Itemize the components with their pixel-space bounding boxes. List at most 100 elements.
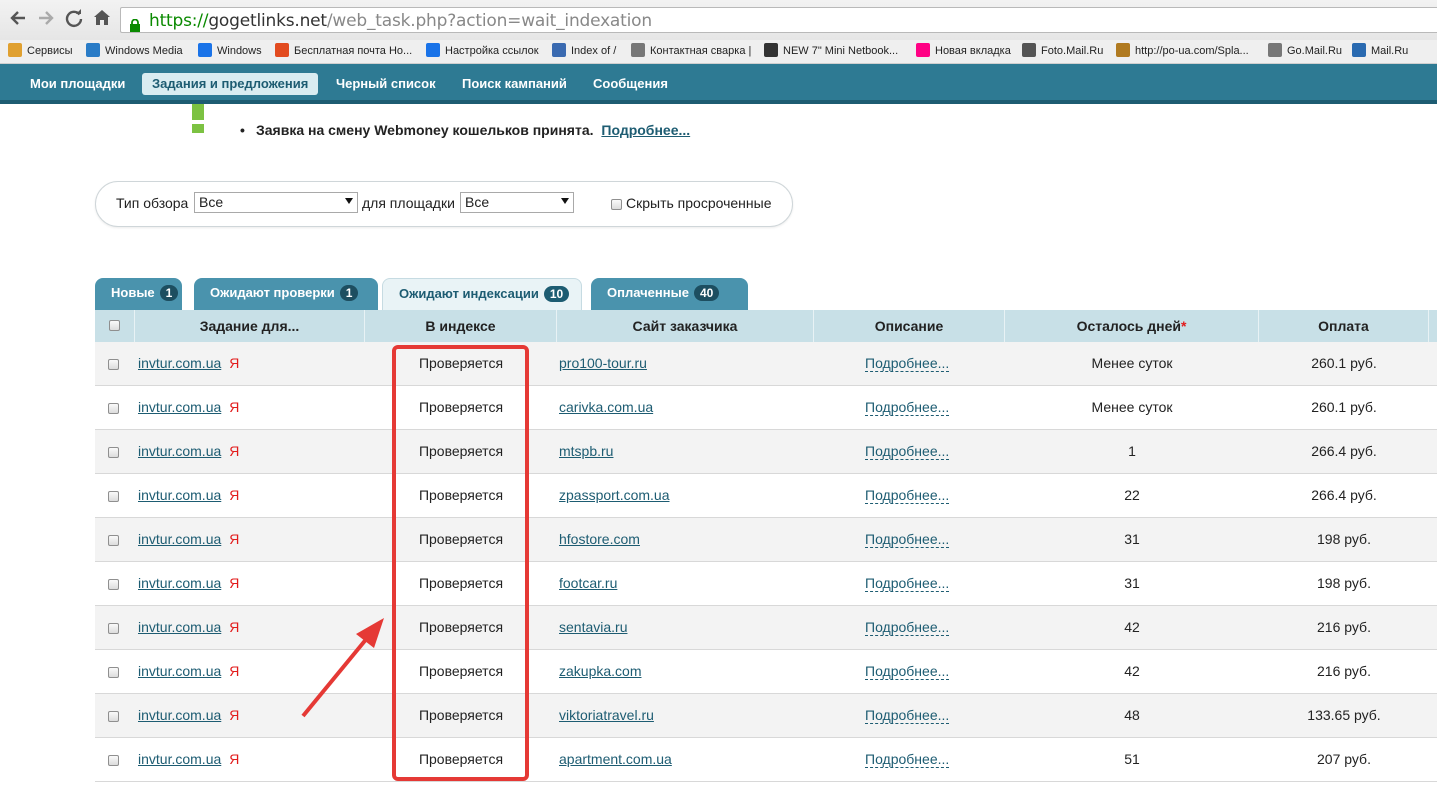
bookmark-item[interactable]: Контактная сварка |	[631, 40, 751, 62]
task-site-link[interactable]: invtur.com.ua	[138, 751, 221, 767]
details-link[interactable]: Подробнее...	[865, 619, 950, 636]
customer-site-link[interactable]: carivka.com.ua	[559, 399, 653, 415]
task-site-link[interactable]: invtur.com.ua	[138, 575, 221, 591]
bookmark-label: http://po-ua.com/Spla...	[1135, 45, 1249, 57]
row-checkbox[interactable]	[108, 534, 119, 546]
details-link[interactable]: Подробнее...	[865, 575, 950, 592]
task-site-link[interactable]: invtur.com.ua	[138, 619, 221, 635]
row-checkbox[interactable]	[108, 754, 119, 766]
view-type-select[interactable]: Все	[194, 192, 358, 213]
col-in-index[interactable]: В индексе	[365, 310, 557, 342]
row-checkbox[interactable]	[108, 666, 119, 678]
task-site-link[interactable]: invtur.com.ua	[138, 487, 221, 503]
arrow-right-icon[interactable]	[34, 8, 58, 32]
customer-site-cell: carivka.com.ua	[559, 386, 653, 429]
details-link[interactable]: Подробнее...	[865, 443, 950, 460]
row-checkbox[interactable]	[108, 622, 119, 634]
customer-site-link[interactable]: footcar.ru	[559, 575, 617, 591]
windows-logo-icon	[198, 43, 212, 58]
task-site-link[interactable]: invtur.com.ua	[138, 399, 221, 415]
customer-site-link[interactable]: hfostore.com	[559, 531, 640, 547]
notice-text: Заявка на смену Webmoney кошельков приня…	[256, 122, 594, 138]
page-icon	[1268, 43, 1282, 58]
bookmark-item[interactable]: http://po-ua.com/Spla...	[1116, 40, 1249, 62]
row-select-cell	[108, 694, 119, 737]
url-host: gogetlinks.net	[208, 11, 327, 31]
bookmark-item[interactable]: NEW 7" Mini Netbook...	[764, 40, 898, 62]
details-link[interactable]: Подробнее...	[865, 663, 950, 680]
col-task[interactable]: Задание для...	[135, 310, 365, 342]
index-status: Проверяется	[418, 399, 504, 415]
mailru-icon	[1352, 43, 1366, 58]
site-nav-item[interactable]: Поиск кампаний	[452, 73, 577, 95]
customer-site-link[interactable]: zakupka.com	[559, 663, 641, 679]
reload-icon[interactable]	[62, 8, 86, 32]
arrow-left-icon[interactable]	[6, 8, 30, 32]
tab-3[interactable]: Оплаченные 40	[591, 278, 748, 310]
platform-select[interactable]: Все	[460, 192, 574, 213]
row-checkbox[interactable]	[108, 490, 119, 502]
row-checkbox[interactable]	[108, 578, 119, 590]
notice-details-link[interactable]: Подробнее...	[601, 122, 690, 138]
col-customer-site[interactable]: Сайт заказчика	[557, 310, 814, 342]
yandex-icon: Я	[229, 663, 240, 679]
task-site-link[interactable]: invtur.com.ua	[138, 707, 221, 723]
page-icon	[552, 43, 566, 58]
bookmark-item[interactable]: Mail.Ru	[1352, 40, 1408, 62]
customer-site-link[interactable]: viktoriatravel.ru	[559, 707, 654, 723]
task-site-link[interactable]: invtur.com.ua	[138, 531, 221, 547]
customer-site-link[interactable]: mtspb.ru	[559, 443, 613, 459]
details-link[interactable]: Подробнее...	[865, 355, 950, 372]
site-nav-item[interactable]: Черный список	[326, 73, 446, 95]
row-checkbox[interactable]	[108, 446, 119, 458]
bookmark-item[interactable]: Go.Mail.Ru	[1268, 40, 1342, 62]
address-bar[interactable]: https://gogetlinks.net/web_task.php?acti…	[120, 7, 1437, 33]
bookmark-item[interactable]: Windows Media	[86, 40, 183, 62]
customer-site-link[interactable]: zpassport.com.ua	[559, 487, 670, 503]
task-site-link[interactable]: invtur.com.ua	[138, 663, 221, 679]
bookmark-item[interactable]: Новая вкладка	[916, 40, 1011, 62]
bookmark-item[interactable]: Index of /	[552, 40, 616, 62]
details-link[interactable]: Подробнее...	[865, 399, 950, 416]
platform-value: Все	[465, 194, 490, 210]
task-site-link[interactable]: invtur.com.ua	[138, 355, 221, 371]
details-link[interactable]: Подробнее...	[865, 707, 950, 724]
row-select-cell	[108, 386, 119, 429]
bookmark-item[interactable]: Сервисы	[8, 40, 73, 62]
yandex-icon: Я	[229, 619, 240, 635]
details-link[interactable]: Подробнее...	[865, 531, 950, 548]
payment-amount: 207 руб.	[1317, 751, 1371, 767]
apps-grid-icon	[8, 43, 22, 58]
tab-1[interactable]: Ожидают проверки 1	[194, 278, 378, 310]
row-checkbox[interactable]	[108, 358, 119, 370]
task-cell: invtur.com.ua Я	[138, 342, 239, 385]
bookmark-item[interactable]: Бесплатная почта Но...	[275, 40, 412, 62]
bookmark-label: Контактная сварка |	[650, 45, 752, 57]
customer-site-link[interactable]: apartment.com.ua	[559, 751, 672, 767]
home-icon[interactable]	[90, 8, 114, 32]
bookmark-item[interactable]: Foto.Mail.Ru	[1022, 40, 1103, 62]
bookmark-item[interactable]: Настройка ссылок	[426, 40, 539, 62]
index-status: Проверяется	[418, 355, 504, 371]
site-nav-item[interactable]: Задания и предложения	[142, 73, 319, 95]
payment-amount: 266.4 руб.	[1311, 487, 1377, 503]
hide-expired-checkbox[interactable]	[611, 199, 622, 210]
yandex-icon: Я	[229, 707, 240, 723]
bookmark-item[interactable]: Windows	[198, 40, 262, 62]
details-link[interactable]: Подробнее...	[865, 487, 950, 504]
select-all-checkbox[interactable]	[109, 320, 120, 331]
tab-2[interactable]: Ожидают индексации 10	[382, 278, 582, 310]
site-nav-item[interactable]: Сообщения	[583, 73, 678, 95]
row-checkbox[interactable]	[108, 710, 119, 722]
details-link[interactable]: Подробнее...	[865, 751, 950, 768]
customer-site-link[interactable]: pro100-tour.ru	[559, 355, 647, 371]
site-nav-item[interactable]: Мои площадки	[20, 73, 135, 95]
col-days-left[interactable]: Осталось дней*	[1005, 310, 1259, 342]
customer-site-link[interactable]: sentavia.ru	[559, 619, 627, 635]
select-all-cell	[95, 310, 135, 342]
col-payment[interactable]: Оплата	[1259, 310, 1429, 342]
task-site-link[interactable]: invtur.com.ua	[138, 443, 221, 459]
payment-amount: 198 руб.	[1317, 531, 1371, 547]
tab-0[interactable]: Новые 1	[95, 278, 182, 310]
row-checkbox[interactable]	[108, 402, 119, 414]
